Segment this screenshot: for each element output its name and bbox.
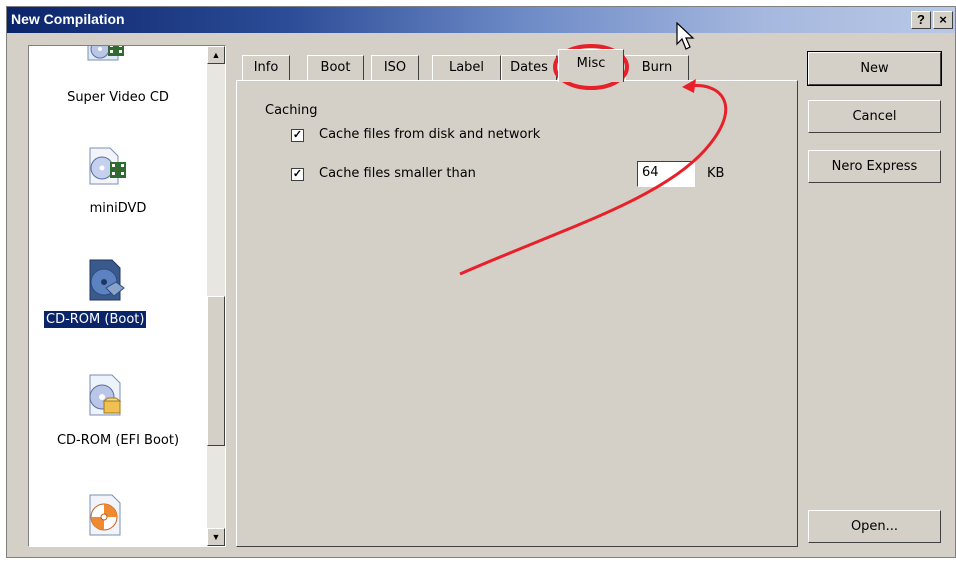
annotation-arrowhead	[682, 79, 696, 93]
annotation-arrow	[459, 84, 728, 276]
annotation-overlay	[459, 44, 728, 276]
tab-misc[interactable]: Misc	[558, 49, 624, 82]
mouse-cursor-icon	[676, 22, 695, 50]
